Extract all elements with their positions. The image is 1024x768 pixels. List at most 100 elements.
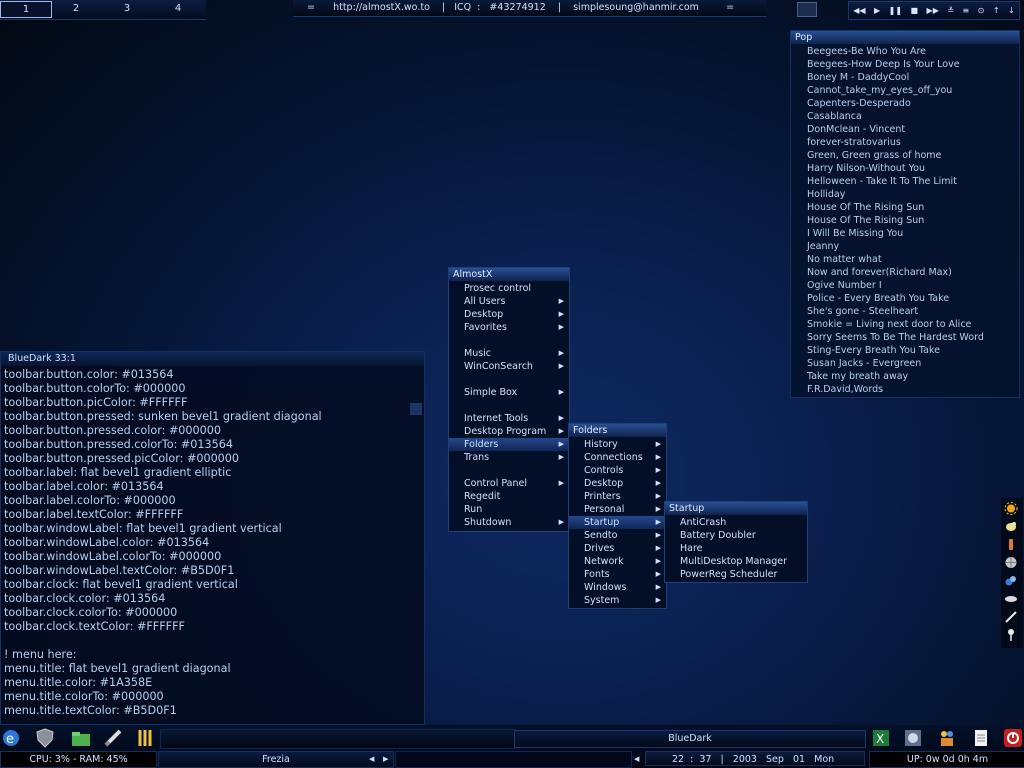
playlist-item[interactable]: forever-stratovarius xyxy=(807,137,901,149)
playlist-item[interactable]: Take my breath away xyxy=(807,371,908,383)
playlist-item[interactable]: DonMclean - Vincent xyxy=(807,124,905,136)
menu-item[interactable]: Controls ▶ xyxy=(569,464,666,477)
desktop-tab-3[interactable]: 3 xyxy=(102,1,152,16)
menu-item[interactable]: Desktop ▶ xyxy=(569,477,666,490)
playlist-item[interactable]: Jeanny xyxy=(807,241,839,253)
menu-item[interactable]: Shutdown ▶ xyxy=(449,516,569,529)
menu-item[interactable]: Connections ▶ xyxy=(569,451,666,464)
bottle-icon[interactable] xyxy=(1004,538,1018,551)
playlist-item[interactable]: Police - Every Breath You Take xyxy=(807,293,949,305)
menu-item[interactable]: Desktop Program ▶ xyxy=(449,425,569,438)
menu-item[interactable]: Drives ▶ xyxy=(569,542,666,555)
menu-item[interactable]: All Users ▶ xyxy=(449,295,569,308)
folder-icon[interactable] xyxy=(70,727,92,749)
menu-item[interactable]: System ▶ xyxy=(569,594,666,607)
playlist-item[interactable]: Boney M - DaddyCool xyxy=(807,72,909,84)
shield-icon[interactable] xyxy=(34,727,56,749)
bird-icon[interactable] xyxy=(1004,520,1018,533)
menu-item[interactable]: Run xyxy=(449,503,569,516)
menu-separator xyxy=(449,399,569,412)
drops-icon[interactable] xyxy=(1004,574,1018,587)
notepad-icon[interactable] xyxy=(970,727,992,749)
pen-icon[interactable] xyxy=(1004,610,1018,623)
desktop-tab-1[interactable]: 1 xyxy=(0,1,52,18)
pen-tool-icon[interactable] xyxy=(102,727,124,749)
playlist-item[interactable]: No matter what xyxy=(807,254,882,266)
playlist-item[interactable]: Helloween - Take It To The Limit xyxy=(807,176,957,188)
menu-item[interactable]: Music ▶ xyxy=(449,347,569,360)
playlist-item[interactable]: Cannot_take_my_eyes_off_you xyxy=(807,85,952,97)
menu-item[interactable]: Desktop ▶ xyxy=(449,308,569,321)
window-prev-arrow-icon[interactable]: ◀ xyxy=(634,755,639,763)
window-resize-handle[interactable] xyxy=(410,403,422,415)
playlist-item[interactable]: Ogive Number I xyxy=(807,280,882,292)
player-control-icon[interactable]: ▶ xyxy=(874,6,880,15)
playlist-item[interactable]: Susan Jacks - Evergreen xyxy=(807,358,921,370)
playlist-item[interactable]: House Of The Rising Sun xyxy=(807,215,924,227)
playlist-item[interactable]: Smokie = Living next door to Alice xyxy=(807,319,971,331)
player-window-icon[interactable] xyxy=(797,2,817,17)
window-list-area[interactable] xyxy=(160,729,516,749)
menu-item[interactable]: Simple Box ▶ xyxy=(449,386,569,399)
playlist-item[interactable]: I Will Be Missing You xyxy=(807,228,903,240)
tools-icon[interactable] xyxy=(134,727,156,749)
menu-item[interactable]: Favorites ▶ xyxy=(449,321,569,334)
excel-icon[interactable]: X xyxy=(870,727,892,749)
menu-item[interactable]: Printers ▶ xyxy=(569,490,666,503)
player-control-icon[interactable]: ❚❚ xyxy=(889,6,902,15)
playlist-item[interactable]: Sting-Every Breath You Take xyxy=(807,345,940,357)
playlist-item[interactable]: Holliday xyxy=(807,189,845,201)
menu-item[interactable]: Hare xyxy=(665,542,807,555)
playlist-item[interactable]: Now and forever(Richard Max) xyxy=(807,267,952,279)
pin-icon[interactable] xyxy=(1004,628,1018,641)
menu-item[interactable]: Trans ▶ xyxy=(449,451,569,464)
player-control-icon[interactable]: ⊙ xyxy=(978,6,985,15)
playlist-item[interactable]: Green, Green grass of home xyxy=(807,150,941,162)
power-icon[interactable] xyxy=(1002,727,1024,749)
menu-item[interactable]: Prosec control xyxy=(449,282,569,295)
disk-utility-icon[interactable] xyxy=(902,727,924,749)
player-control-icon[interactable]: ◀◀ xyxy=(853,6,865,15)
menu-item[interactable]: Battery Doubler xyxy=(665,529,807,542)
playlist-item[interactable]: She's gone - Steelheart xyxy=(807,306,918,318)
menu-item[interactable]: Network ▶ xyxy=(569,555,666,568)
menu-item[interactable]: Sendto ▶ xyxy=(569,529,666,542)
menu-item[interactable]: Control Panel ▶ xyxy=(449,477,569,490)
workspace-prev-arrow-icon[interactable]: ◀ xyxy=(369,755,374,763)
desktop-tab-2[interactable]: 2 xyxy=(51,1,101,16)
cloud-icon[interactable] xyxy=(1004,592,1018,605)
menu-item[interactable]: Personal ▶ xyxy=(569,503,666,516)
menu-item[interactable]: Folders ▶ xyxy=(449,438,569,451)
playlist-item[interactable]: House Of The Rising Sun xyxy=(807,202,924,214)
playlist-item[interactable]: Beegees-How Deep Is Your Love xyxy=(807,59,960,71)
menu-item[interactable]: AntiCrash xyxy=(665,516,807,529)
playlist-item[interactable]: F.R.David,Words xyxy=(807,384,883,396)
menu-item[interactable]: History ▶ xyxy=(569,438,666,451)
menu-item[interactable]: Regedit xyxy=(449,490,569,503)
player-control-icon[interactable]: ≚ xyxy=(947,6,954,15)
player-control-icon[interactable]: ↓ xyxy=(1008,6,1015,15)
menu-item[interactable]: Fonts ▶ xyxy=(569,568,666,581)
users-icon[interactable] xyxy=(936,727,958,749)
playlist-item[interactable]: Harry Nilson-Without You xyxy=(807,163,925,175)
sun-icon[interactable] xyxy=(1004,502,1018,515)
ie-icon[interactable]: e xyxy=(0,727,22,749)
player-control-icon[interactable]: ▶▶ xyxy=(927,6,939,15)
menu-item[interactable]: Internet Tools ▶ xyxy=(449,412,569,425)
globe-icon[interactable] xyxy=(1004,556,1018,569)
desktop-tab-4[interactable]: 4 xyxy=(153,1,203,16)
player-control-icon[interactable]: ↑ xyxy=(993,6,1000,15)
player-control-icon[interactable]: ■ xyxy=(911,6,919,15)
workspace-next-arrow-icon[interactable]: ▶ xyxy=(383,755,388,763)
menu-item[interactable]: PowerReg Scheduler xyxy=(665,568,807,581)
menu-item[interactable]: Startup ▶ xyxy=(569,516,666,529)
playlist-item[interactable]: Sorry Seems To Be The Hardest Word xyxy=(807,332,984,344)
menu-item[interactable]: WinConSearch ▶ xyxy=(449,360,569,373)
player-control-icon[interactable]: ≡ xyxy=(963,6,970,15)
menu-item[interactable]: MultiDesktop Manager xyxy=(665,555,807,568)
menu-item[interactable]: Windows ▶ xyxy=(569,581,666,594)
window-label[interactable]: BlueDark xyxy=(514,730,866,748)
playlist-item[interactable]: Beegees-Be Who You Are xyxy=(807,46,926,58)
playlist-item[interactable]: Casablanca xyxy=(807,111,862,123)
playlist-item[interactable]: Capenters-Desperado xyxy=(807,98,911,110)
